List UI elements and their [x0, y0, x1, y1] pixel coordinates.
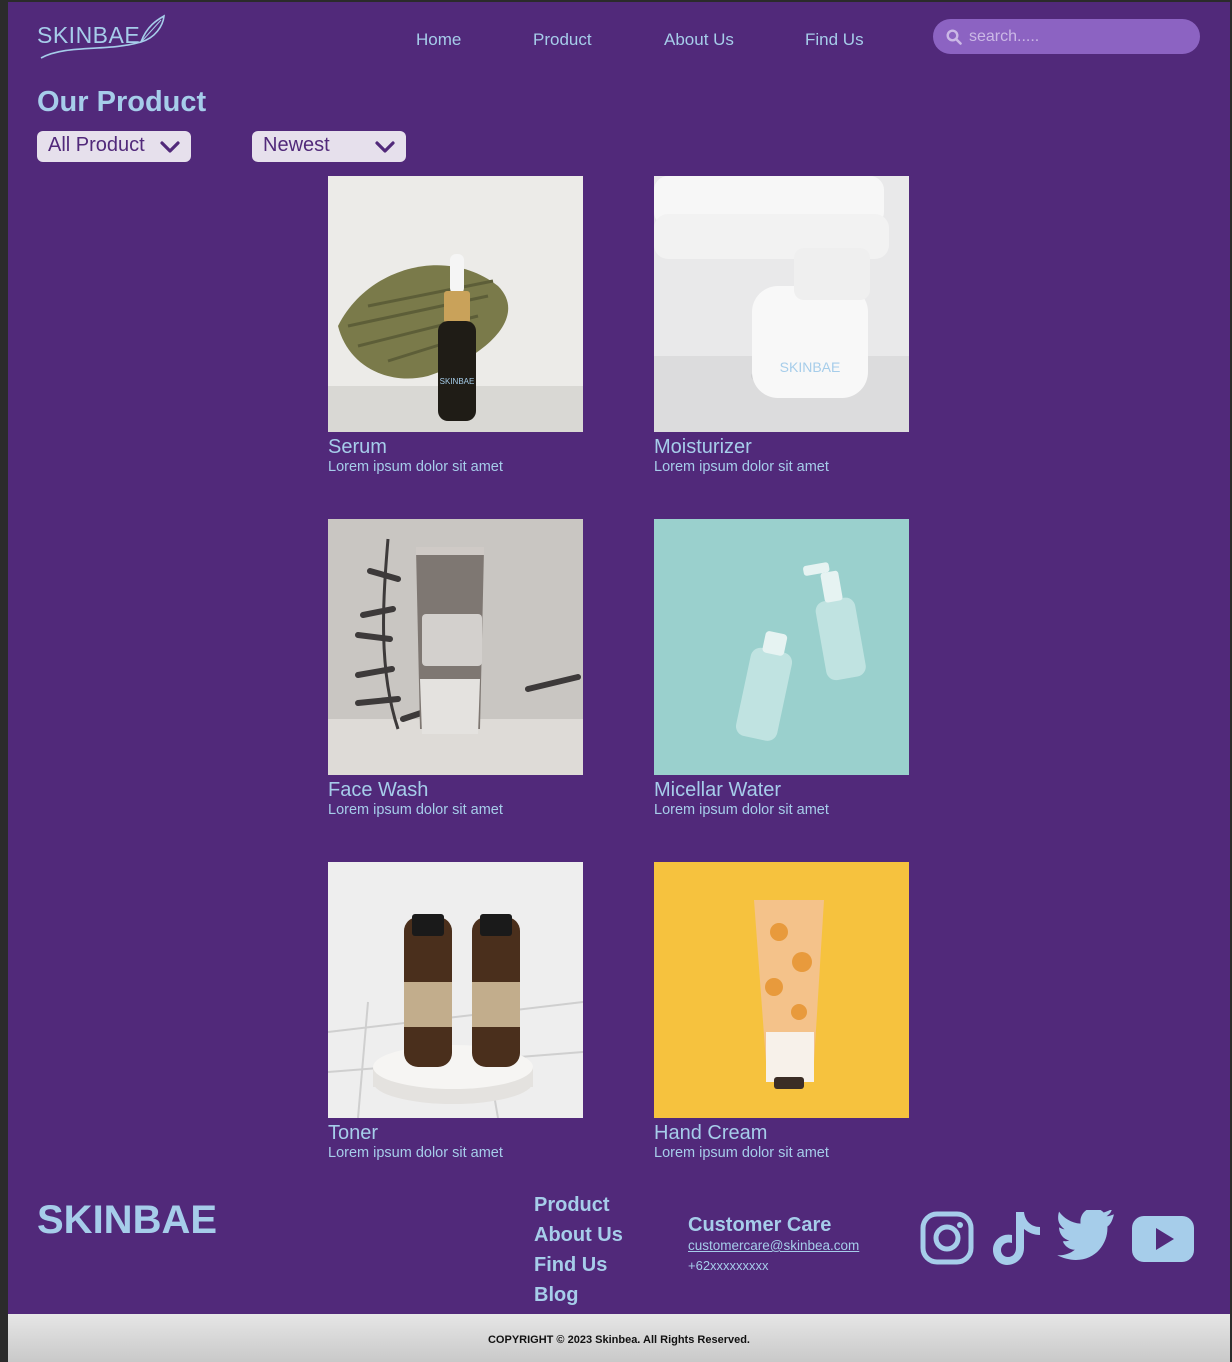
product-name[interactable]: Serum: [328, 436, 387, 459]
product-name[interactable]: Moisturizer: [654, 436, 752, 459]
sort-dropdown-label: Newest: [263, 134, 330, 156]
customer-care-email[interactable]: customercare@skinbea.com: [688, 1238, 859, 1253]
product-desc: Lorem ipsum dolor sit amet: [328, 802, 503, 818]
page: SKINBAE Home Product About Us Find Us Ou…: [8, 2, 1230, 1362]
product-image-micellar-water[interactable]: [654, 519, 909, 775]
footer-brand: SKINBAE: [37, 1198, 218, 1242]
product-desc: Lorem ipsum dolor sit amet: [654, 802, 829, 818]
svg-text:SKINBAE: SKINBAE: [440, 377, 475, 386]
sort-dropdown[interactable]: Newest: [252, 131, 406, 162]
footer-link-blog[interactable]: Blog: [534, 1284, 578, 1307]
customer-care-phone: +62xxxxxxxxx: [688, 1258, 769, 1273]
page-title: Our Product: [37, 86, 207, 118]
product-image-moisturizer[interactable]: SKINBAE: [654, 176, 909, 432]
svg-text:SKINBAE: SKINBAE: [780, 359, 841, 375]
nav-find-us[interactable]: Find Us: [805, 30, 864, 50]
product-image-face-wash[interactable]: [328, 519, 583, 775]
chevron-down-icon: [375, 141, 395, 153]
chevron-down-icon: [160, 141, 180, 153]
product-image-toner[interactable]: [328, 862, 583, 1118]
product-desc: Lorem ipsum dolor sit amet: [328, 1145, 503, 1161]
product-desc: Lorem ipsum dolor sit amet: [654, 459, 829, 475]
nav-about-us[interactable]: About Us: [664, 30, 734, 50]
search-bar[interactable]: [933, 19, 1200, 54]
category-dropdown-label: All Product: [48, 134, 145, 156]
product-image-hand-cream[interactable]: [654, 862, 909, 1118]
product-card-serum[interactable]: SKINBAE Serum Lorem ipsum dolor sit amet: [328, 176, 584, 475]
product-desc: Lorem ipsum dolor sit amet: [328, 459, 503, 475]
footer-link-find-us[interactable]: Find Us: [534, 1254, 607, 1277]
product-card-micellar-water[interactable]: Micellar Water Lorem ipsum dolor sit ame…: [654, 519, 910, 818]
twitter-icon[interactable]: [1056, 1210, 1116, 1266]
search-input[interactable]: [967, 22, 1191, 52]
product-card-face-wash[interactable]: Face Wash Lorem ipsum dolor sit amet: [328, 519, 584, 818]
brand-logo[interactable]: SKINBAE: [37, 14, 167, 64]
product-card-toner[interactable]: Toner Lorem ipsum dolor sit amet: [328, 862, 584, 1161]
footer-link-about-us[interactable]: About Us: [534, 1224, 623, 1247]
product-card-moisturizer[interactable]: SKINBAE Moisturizer Lorem ipsum dolor si…: [654, 176, 910, 475]
nav-product[interactable]: Product: [533, 30, 592, 50]
product-image-serum[interactable]: SKINBAE: [328, 176, 583, 432]
product-name[interactable]: Hand Cream: [654, 1122, 767, 1145]
product-name[interactable]: Micellar Water: [654, 779, 781, 802]
nav-home[interactable]: Home: [416, 30, 461, 50]
leaf-icon: [40, 14, 165, 59]
copyright-text: COPYRIGHT © 2023 Skinbea. All Rights Res…: [487, 1334, 750, 1346]
product-name[interactable]: Face Wash: [328, 779, 428, 802]
category-dropdown[interactable]: All Product: [37, 131, 191, 162]
footer-link-product[interactable]: Product: [534, 1194, 610, 1217]
youtube-icon[interactable]: [1130, 1210, 1196, 1266]
instagram-icon[interactable]: [920, 1210, 974, 1266]
customer-care-title: Customer Care: [688, 1214, 832, 1236]
product-desc: Lorem ipsum dolor sit amet: [654, 1145, 829, 1161]
tiktok-icon[interactable]: [992, 1210, 1044, 1266]
product-name[interactable]: Toner: [328, 1122, 378, 1145]
copyright-bar: COPYRIGHT © 2023 Skinbea. All Rights Res…: [8, 1314, 1230, 1362]
search-icon: [946, 29, 962, 45]
product-card-hand-cream[interactable]: Hand Cream Lorem ipsum dolor sit amet: [654, 862, 910, 1161]
